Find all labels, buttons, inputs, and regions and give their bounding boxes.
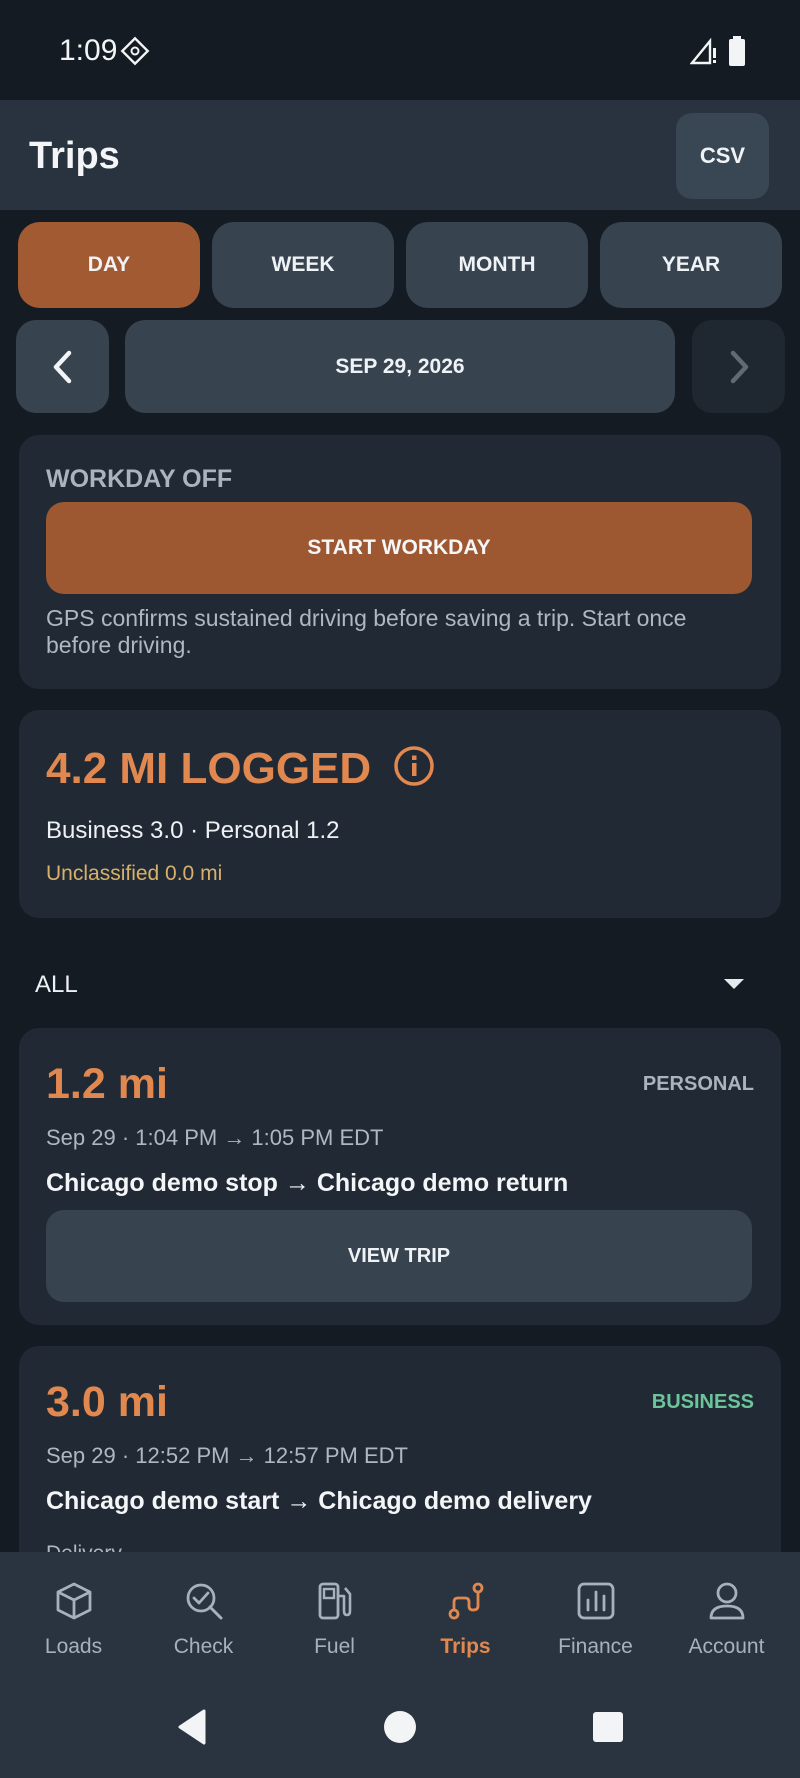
mileage-summary-card: 4.2 MI LOGGED Business 3.0 · Personal 1.…: [19, 710, 781, 918]
tab-label: Loads: [44, 1635, 103, 1658]
unclassified-mileage: Unclassified 0.0 mi: [46, 862, 223, 885]
trip-distance: 3.0 mi: [46, 1378, 168, 1426]
trip-route: Chicago demo start → Chicago demo delive…: [46, 1487, 592, 1515]
status-bar: 1:09: [0, 0, 800, 100]
tab-label: Check: [173, 1635, 234, 1658]
fuel-pump-icon: [318, 1582, 352, 1620]
tab-account[interactable]: Account: [661, 1552, 792, 1677]
next-date-button[interactable]: [692, 320, 785, 413]
trip-distance: 1.2 mi: [46, 1060, 168, 1108]
tab-loads[interactable]: Loads: [8, 1552, 139, 1677]
trip-time: Sep 29 · 12:52 PM → 12:57 PM EDT: [46, 1443, 408, 1468]
trip-time: Sep 29 · 1:04 PM → 1:05 PM EDT: [46, 1125, 384, 1150]
trip-route: Chicago demo stop → Chicago demo return: [46, 1169, 569, 1197]
tab-label: Trips: [440, 1635, 491, 1658]
search-check-icon: [186, 1583, 223, 1620]
gear-status-icon: [120, 36, 150, 66]
user-icon: [709, 1582, 745, 1620]
period-week-button[interactable]: WEEK: [212, 222, 394, 308]
chevron-right-icon: [730, 350, 748, 383]
bar-chart-icon: [577, 1582, 615, 1620]
back-icon[interactable]: [172, 1707, 212, 1747]
recents-icon[interactable]: [588, 1707, 628, 1747]
trip-classification-badge: BUSINESS: [651, 1391, 754, 1413]
battery-icon: [729, 36, 745, 66]
page-title: Trips: [29, 135, 120, 177]
tab-fuel[interactable]: Fuel: [269, 1552, 400, 1677]
workday-note: GPS confirms sustained driving before sa…: [46, 605, 687, 658]
workday-card: WORKDAY OFF START WORKDAY GPS confirms s…: [19, 435, 781, 689]
dropdown-arrow-icon: [724, 979, 744, 989]
box-icon: [56, 1582, 92, 1620]
mileage-breakdown: Business 3.0 · Personal 1.2: [46, 817, 340, 844]
tab-trips[interactable]: Trips: [400, 1552, 531, 1677]
period-month-button[interactable]: MONTH: [406, 222, 588, 308]
tab-label: Fuel: [314, 1635, 355, 1658]
signal-icon: [690, 37, 716, 65]
status-time: 1:09: [59, 34, 118, 67]
view-trip-button[interactable]: VIEW TRIP: [46, 1210, 752, 1302]
info-icon[interactable]: [393, 745, 435, 787]
tab-check[interactable]: Check: [138, 1552, 269, 1677]
date-label-button[interactable]: SEP 29, 2026: [125, 320, 675, 413]
system-navigation-bar: [0, 1677, 800, 1778]
start-workday-button[interactable]: START WORKDAY: [46, 502, 752, 594]
trip-classification-badge: PERSONAL: [642, 1073, 754, 1095]
previous-date-button[interactable]: [16, 320, 109, 413]
csv-export-button[interactable]: CSV: [676, 113, 769, 199]
route-icon: [448, 1582, 484, 1620]
workday-status: WORKDAY OFF: [46, 465, 233, 493]
tab-label: Account: [688, 1635, 765, 1658]
tab-finance[interactable]: Finance: [530, 1552, 661, 1677]
trip-filter-dropdown[interactable]: ALL: [19, 955, 781, 1015]
filter-value: ALL: [35, 971, 78, 998]
mileage-total: 4.2 MI LOGGED: [46, 744, 372, 793]
chevron-left-icon: [53, 350, 71, 383]
tab-label: Finance: [558, 1635, 633, 1658]
trip-card: 1.2 mi PERSONAL Sep 29 · 1:04 PM → 1:05 …: [19, 1028, 781, 1325]
period-day-button[interactable]: DAY: [18, 222, 200, 308]
bottom-navigation: Loads Check Fuel Trips Finance Account: [0, 1552, 800, 1677]
period-year-button[interactable]: YEAR: [600, 222, 782, 308]
home-icon[interactable]: [380, 1707, 420, 1747]
